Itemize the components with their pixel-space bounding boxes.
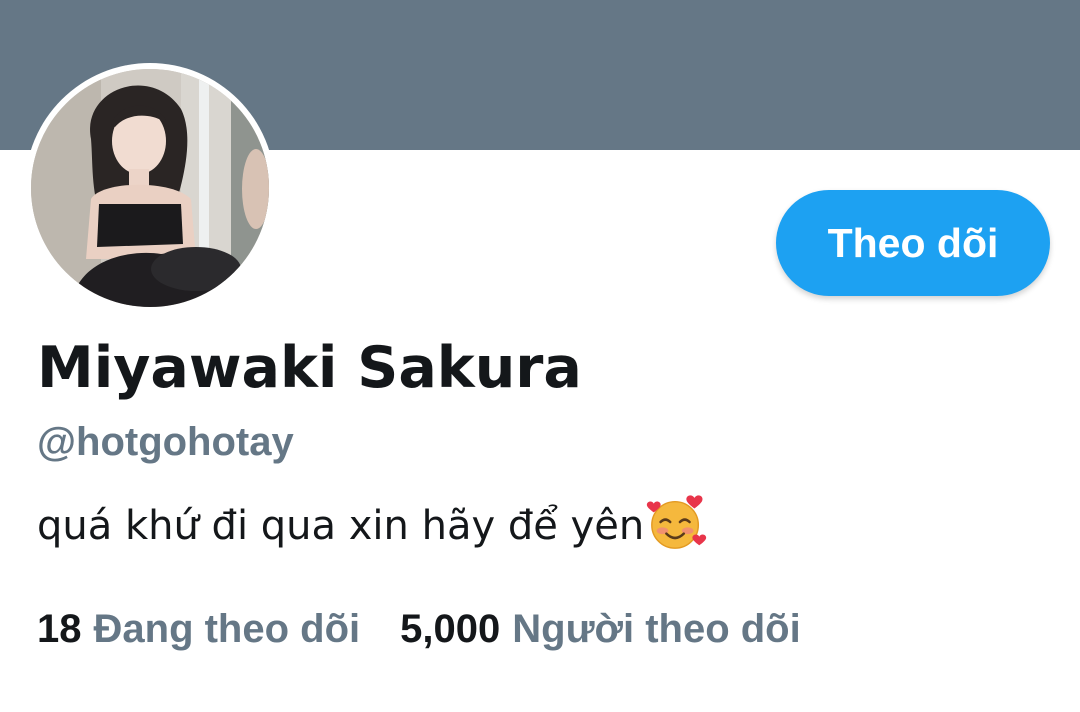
avatar[interactable] (25, 63, 275, 313)
followers-label: Người theo dõi (512, 607, 801, 651)
bio-text: quá khứ đi qua xin hãy để yên (37, 503, 645, 549)
smiling-face-with-hearts-icon (646, 492, 708, 554)
username-handle: @hotgohotay (37, 420, 294, 464)
profile-bio: quá khứ đi qua xin hãy để yên (37, 495, 708, 554)
follow-button[interactable]: Theo dõi (776, 190, 1050, 296)
followers-stat[interactable]: 5,000 Người theo dõi (400, 607, 801, 652)
following-stat[interactable]: 18 Đang theo dõi (37, 607, 360, 652)
following-label: Đang theo dõi (93, 607, 361, 651)
display-name: Miyawaki Sakura (37, 335, 582, 401)
followers-count: 5,000 (400, 607, 501, 651)
profile-stats: 18 Đang theo dõi 5,000 Người theo dõi (37, 607, 801, 652)
following-count: 18 (37, 607, 82, 651)
avatar-image (31, 69, 269, 307)
